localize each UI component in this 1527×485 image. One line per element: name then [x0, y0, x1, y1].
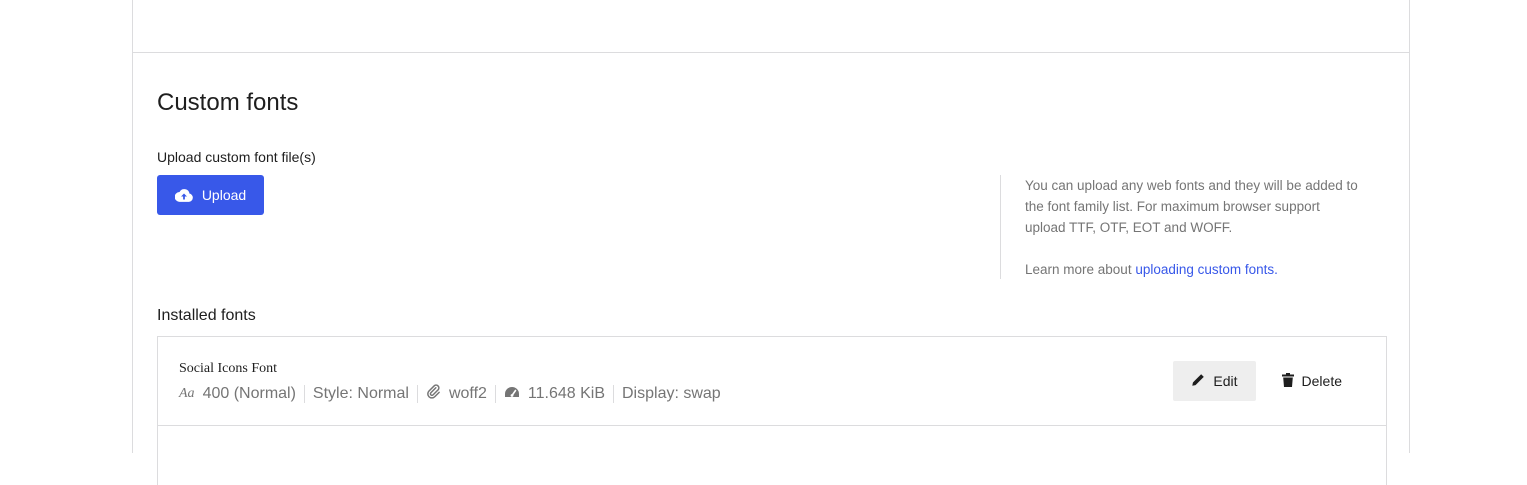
installed-fonts-label: Installed fonts [157, 307, 256, 324]
upload-label: Upload custom font file(s) [157, 149, 316, 165]
font-display: Display: swap [614, 384, 729, 404]
upload-help: You can upload any web fonts and they wi… [1000, 175, 1360, 279]
section-title: Custom fonts [157, 89, 299, 116]
font-weight-value: 400 (Normal) [202, 385, 296, 402]
upload-button[interactable]: Upload [157, 175, 264, 215]
help-learn-more: Learn more about uploading custom fonts. [1025, 259, 1360, 280]
font-format-value: woff2 [448, 385, 487, 402]
learn-more-prefix: Learn more about [1025, 262, 1136, 277]
font-weight: Aa 400 (Normal) [179, 384, 304, 404]
cloud-upload-icon [174, 188, 193, 202]
gauge-icon [504, 385, 520, 403]
upload-button-label: Upload [201, 187, 247, 203]
trash-icon [1281, 372, 1294, 390]
font-weight-icon: Aa [179, 386, 195, 401]
font-card-next [157, 425, 1387, 485]
previous-section-panel [132, 0, 1410, 53]
font-name: Social Icons Font [179, 361, 277, 376]
font-style: Style: Normal [305, 384, 417, 404]
paperclip-icon [426, 384, 441, 404]
edit-button[interactable]: Edit [1173, 361, 1256, 401]
custom-fonts-panel: Custom fonts Upload custom font file(s) … [132, 53, 1410, 485]
pencil-icon [1191, 373, 1205, 390]
font-format: woff2 [418, 384, 495, 404]
edit-button-label: Edit [1213, 373, 1238, 389]
delete-button-label: Delete [1301, 373, 1342, 389]
font-meta: Aa 400 (Normal) Style: Normal woff2 11.6… [179, 384, 729, 404]
font-display-value: Display: swap [622, 385, 721, 402]
font-actions: Edit Delete [1173, 361, 1360, 401]
font-size-value: 11.648 KiB [527, 385, 605, 402]
font-size: 11.648 KiB [496, 384, 613, 404]
font-style-value: Style: Normal [312, 385, 409, 402]
delete-button[interactable]: Delete [1264, 361, 1360, 401]
uploading-custom-fonts-link[interactable]: uploading custom fonts. [1135, 262, 1278, 277]
help-text: You can upload any web fonts and they wi… [1025, 178, 1358, 235]
font-card: Social Icons Font Aa 400 (Normal) Style:… [157, 336, 1387, 426]
